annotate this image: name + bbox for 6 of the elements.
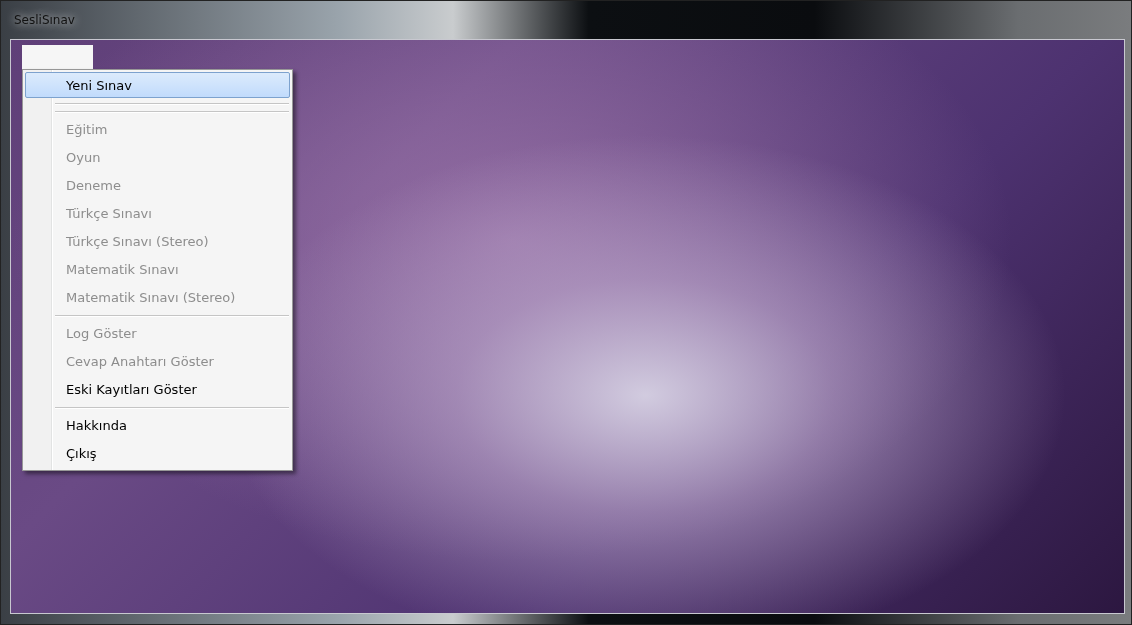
menu-header[interactable]: [22, 45, 93, 70]
menu-item[interactable]: Yeni Sınav: [25, 72, 290, 98]
menu-item[interactable]: Çıkış: [25, 440, 290, 466]
window-title: SesliSınav: [14, 13, 75, 27]
menu-item[interactable]: Eski Kayıtları Göster: [25, 376, 290, 402]
menu-item[interactable]: Hakkında: [25, 412, 290, 438]
